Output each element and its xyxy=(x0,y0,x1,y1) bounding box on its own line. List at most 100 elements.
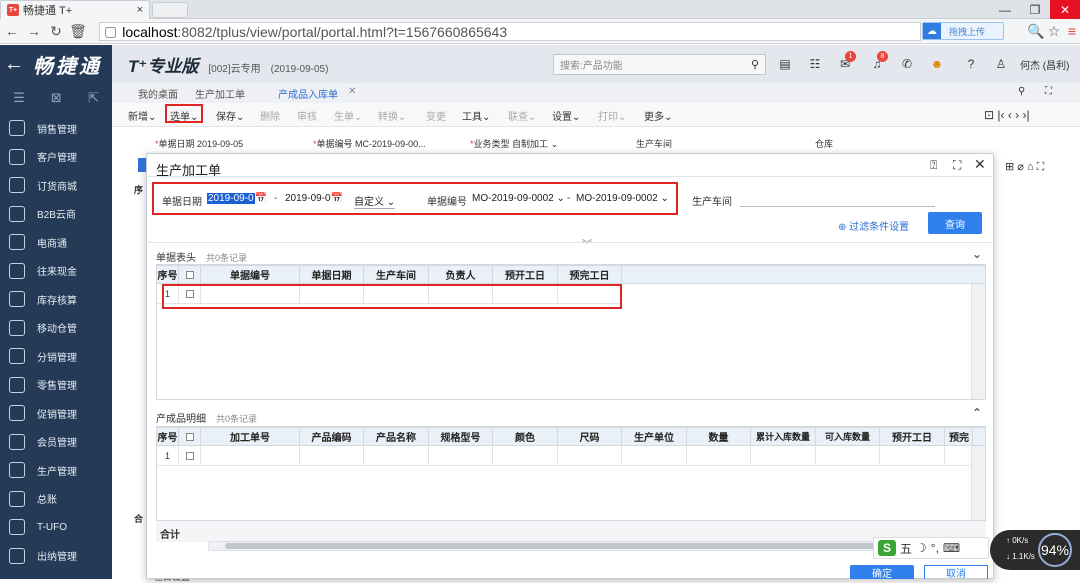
table-row[interactable]: 1 xyxy=(157,446,985,466)
maximize-button[interactable]: ❐ xyxy=(1020,0,1050,19)
sidebar-item-10[interactable]: 促销管理 xyxy=(0,399,112,427)
sidebar-item-13[interactable]: 总账 xyxy=(0,485,112,513)
business-type-field[interactable]: *业务类型 自制加工 ⌄ xyxy=(470,137,558,150)
code-field[interactable]: *单据编号 MC-2019-09-00... xyxy=(313,137,426,150)
menu-list-icon[interactable]: ☰ xyxy=(13,90,25,106)
menu-icon[interactable]: ≡ xyxy=(1062,21,1080,41)
col-plan-finish[interactable]: 预完工日 xyxy=(558,266,622,283)
change-button[interactable]: 变更 xyxy=(426,108,446,123)
sidebar-item-7[interactable]: 移动仓管 xyxy=(0,314,112,342)
user-name[interactable]: 何杰 (昌利) xyxy=(1020,57,1069,72)
col-available-inbound[interactable]: 可入库数量 xyxy=(816,428,880,445)
col-doc-date[interactable]: 单据日期 xyxy=(300,266,364,283)
tab-search-icon[interactable]: ⚲ xyxy=(1018,86,1025,97)
browser-tab[interactable]: T+ 畅捷通 T+ × xyxy=(0,0,150,19)
function-search-input[interactable]: 搜索:产品功能 ⚲ xyxy=(553,54,766,75)
fullscreen-icon[interactable]: ⛶ xyxy=(1045,86,1052,97)
phone-icon[interactable]: ✆ xyxy=(898,55,916,73)
col-workshop[interactable]: 生产车间 xyxy=(364,266,429,283)
col-owner[interactable]: 负责人 xyxy=(429,266,493,283)
filter-code-from-select[interactable]: MO-2019-09-0002 ⌄ xyxy=(472,193,565,204)
drag-upload-button[interactable]: ☁ 拖拽上传 xyxy=(922,22,1004,40)
tools-button[interactable]: 工具⌄ xyxy=(462,108,490,123)
col-cumulative-inbound[interactable]: 累计入库数量 xyxy=(751,428,816,445)
generate-button[interactable]: 生单⌄ xyxy=(334,108,362,123)
sidebar-item-15[interactable]: 出纳管理 xyxy=(0,542,112,570)
close-tab-icon[interactable]: ✕ xyxy=(348,86,356,97)
settings-button[interactable]: 设置⌄ xyxy=(552,108,580,123)
calculator-icon[interactable]: ▤ xyxy=(776,55,794,73)
sidebar-item-14[interactable]: T-UFO xyxy=(0,513,112,541)
approve-button[interactable]: 审核 xyxy=(297,108,317,123)
date-range-mode-select[interactable]: 自定义 ⌄ xyxy=(354,193,396,209)
warehouse-field[interactable]: 仓库 xyxy=(815,137,833,150)
col-order-no[interactable]: 加工单号 xyxy=(201,428,300,445)
zoom-icon[interactable]: 🔍 xyxy=(1026,21,1046,41)
row-checkbox[interactable] xyxy=(179,446,201,465)
col-plan-start[interactable]: 预开工日 xyxy=(493,266,558,283)
maximize-icon[interactable]: ⛶ xyxy=(953,158,961,173)
col-quantity[interactable]: 数量 xyxy=(687,428,751,445)
reload-icon[interactable]: ↻ xyxy=(46,21,66,41)
col-product-code[interactable]: 产品编码 xyxy=(300,428,364,445)
expand-icon[interactable]: ⇱ xyxy=(88,90,99,106)
filter-date-from[interactable]: 2019-09-0📅 xyxy=(207,193,267,204)
url-input[interactable]: ▢ localhost:8082/tplus/view/portal/porta… xyxy=(99,22,921,41)
detail-grid-scrollbar[interactable] xyxy=(971,446,985,520)
horizontal-scrollbar[interactable] xyxy=(208,541,988,551)
col-product-name[interactable]: 产品名称 xyxy=(364,428,429,445)
trash-icon[interactable]: 🗑 xyxy=(68,21,88,41)
search-icon[interactable]: ⚲ xyxy=(751,58,759,71)
col-color[interactable]: 颜色 xyxy=(493,428,558,445)
filter-date-to[interactable]: 2019-09-0📅 xyxy=(285,193,343,204)
delete-button[interactable]: 删除 xyxy=(260,108,280,123)
back-icon[interactable]: ← xyxy=(2,21,22,41)
print-button[interactable]: 打印⌄ xyxy=(598,108,626,123)
workshop-field[interactable]: 生产车间 xyxy=(636,137,672,150)
convert-button[interactable]: 转换⌄ xyxy=(378,108,406,123)
col-doc-code[interactable]: 单据编号 xyxy=(201,266,300,283)
help-icon[interactable]: ⍰ xyxy=(930,158,937,173)
col-size[interactable]: 尺码 xyxy=(558,428,622,445)
more-button[interactable]: 更多⌄ xyxy=(644,108,672,123)
notification-bell-icon[interactable]: ♫ 8 xyxy=(868,51,888,73)
minimize-button[interactable]: — xyxy=(990,0,1020,19)
help-icon[interactable]: ? xyxy=(962,55,980,73)
query-link-button[interactable]: 联查⌄ xyxy=(508,108,536,123)
sidebar-item-11[interactable]: 会员管理 xyxy=(0,428,112,456)
cancel-button[interactable]: 取消 xyxy=(924,565,988,580)
tab-production-order[interactable]: 生产加工单 xyxy=(195,86,245,101)
window-close-button[interactable]: ✕ xyxy=(1050,0,1080,19)
query-button[interactable]: 查询 xyxy=(928,212,982,234)
select-all-checkbox[interactable] xyxy=(179,266,201,283)
collapse-chevron-icon[interactable]: ︾ xyxy=(582,236,592,251)
forward-icon[interactable]: → xyxy=(24,21,44,41)
record-nav-icons[interactable]: ⊡ |‹ ‹ › ›| xyxy=(984,108,1030,122)
header-grid-scrollbar[interactable] xyxy=(971,284,985,399)
sidebar-item-8[interactable]: 分销管理 xyxy=(0,342,112,370)
list-icon[interactable]: ☷ xyxy=(806,55,824,73)
save-button[interactable]: 保存⌄ xyxy=(216,108,244,123)
sidebar-item-2[interactable]: 订货商城 xyxy=(0,171,112,199)
confirm-button[interactable]: 确定 xyxy=(850,565,914,580)
filter-settings-link[interactable]: ⊕ 过滤条件设置 xyxy=(838,218,909,233)
message-icon[interactable]: ✉ 1 xyxy=(836,51,856,73)
col-plan-finish[interactable]: 预完 xyxy=(945,428,973,445)
sidebar-item-1[interactable]: 客户管理 xyxy=(0,143,112,171)
scrollbar-thumb[interactable] xyxy=(225,543,915,549)
back-arrow-icon[interactable]: ← xyxy=(4,53,27,76)
sidebar-item-3[interactable]: B2B云商 xyxy=(0,200,112,228)
tab-desktop[interactable]: 我的桌面 xyxy=(138,86,178,101)
filter-code-to-select[interactable]: MO-2019-09-0002 ⌄ xyxy=(576,193,669,204)
new-tab-button[interactable] xyxy=(152,2,188,18)
sidebar-item-5[interactable]: 往来现金 xyxy=(0,257,112,285)
col-spec[interactable]: 规格型号 xyxy=(429,428,493,445)
calendar-icon[interactable]: 📅 xyxy=(255,193,267,204)
user-icon[interactable]: ♙ xyxy=(992,55,1010,73)
sidebar-item-6[interactable]: 库存核算 xyxy=(0,285,112,313)
expand-icon[interactable]: ⌃ xyxy=(972,406,982,420)
sidebar-item-4[interactable]: 电商通 xyxy=(0,228,112,256)
ime-toolbar[interactable]: S 五 ☽ °, ⌨ xyxy=(873,537,989,559)
new-button[interactable]: 新增⌄ xyxy=(128,108,156,123)
collapse-icon[interactable]: ⌄ xyxy=(972,247,982,261)
